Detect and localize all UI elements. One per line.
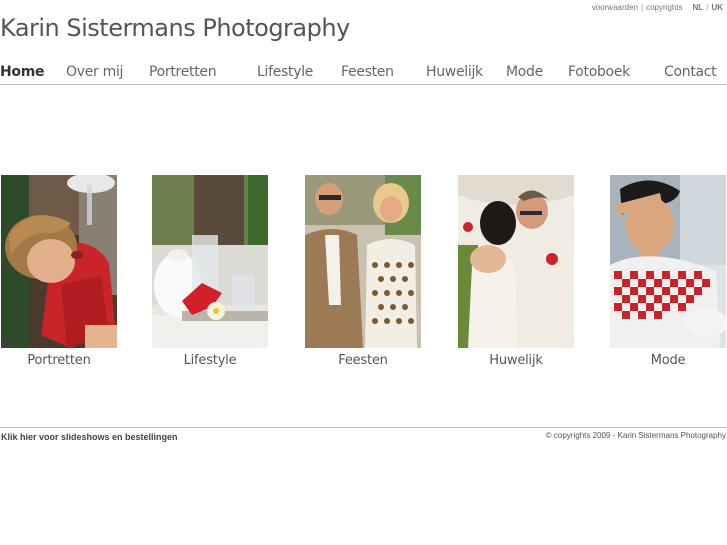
nav-contact[interactable]: Contact: [664, 64, 717, 80]
gallery-caption-portretten[interactable]: Portretten: [1, 353, 117, 368]
gallery-caption-mode[interactable]: Mode: [610, 353, 726, 368]
nav-home[interactable]: Home: [0, 64, 45, 80]
nav-fotoboek[interactable]: Fotoboek: [568, 64, 630, 80]
nav-lifestyle[interactable]: Lifestyle: [257, 64, 313, 80]
slideshows-link[interactable]: Klik hier voor slideshows en bestellinge…: [1, 432, 178, 442]
top-links: voorwaarden | copyrights NL / UK: [592, 3, 723, 12]
nav-huwelijk[interactable]: Huwelijk: [426, 64, 483, 80]
divider: |: [640, 3, 644, 12]
copyrights-link[interactable]: copyrights: [646, 3, 682, 12]
gallery-caption-feesten[interactable]: Feesten: [305, 353, 421, 368]
lang-uk-link[interactable]: UK: [711, 3, 723, 12]
nav-portretten[interactable]: Portretten: [149, 64, 217, 80]
gallery-photo-huwelijk[interactable]: [458, 175, 574, 348]
gallery-photo-lifestyle[interactable]: [152, 175, 268, 348]
terms-link[interactable]: voorwaarden: [592, 3, 638, 12]
nav-mode[interactable]: Mode: [506, 64, 543, 80]
nav-divider: [0, 84, 727, 85]
gallery-caption-huwelijk[interactable]: Huwelijk: [458, 353, 574, 368]
nav-over-mij[interactable]: Over mij: [66, 64, 123, 80]
gallery-photo-feesten[interactable]: [305, 175, 421, 348]
copyright-text: © copyrights 2009 - Karin Sistermans Pho…: [545, 431, 726, 440]
lang-nl-link[interactable]: NL: [693, 3, 704, 12]
nav-feesten[interactable]: Feesten: [341, 64, 394, 80]
gallery-photo-mode[interactable]: [610, 175, 726, 348]
footer-divider: [0, 427, 727, 428]
main-nav: Home Over mij Portretten Lifestyle Feest…: [0, 64, 727, 82]
gallery-caption-lifestyle[interactable]: Lifestyle: [152, 353, 268, 368]
gallery-photo-portretten[interactable]: [1, 175, 117, 348]
site-title: Karin Sistermans Photography: [0, 14, 350, 42]
